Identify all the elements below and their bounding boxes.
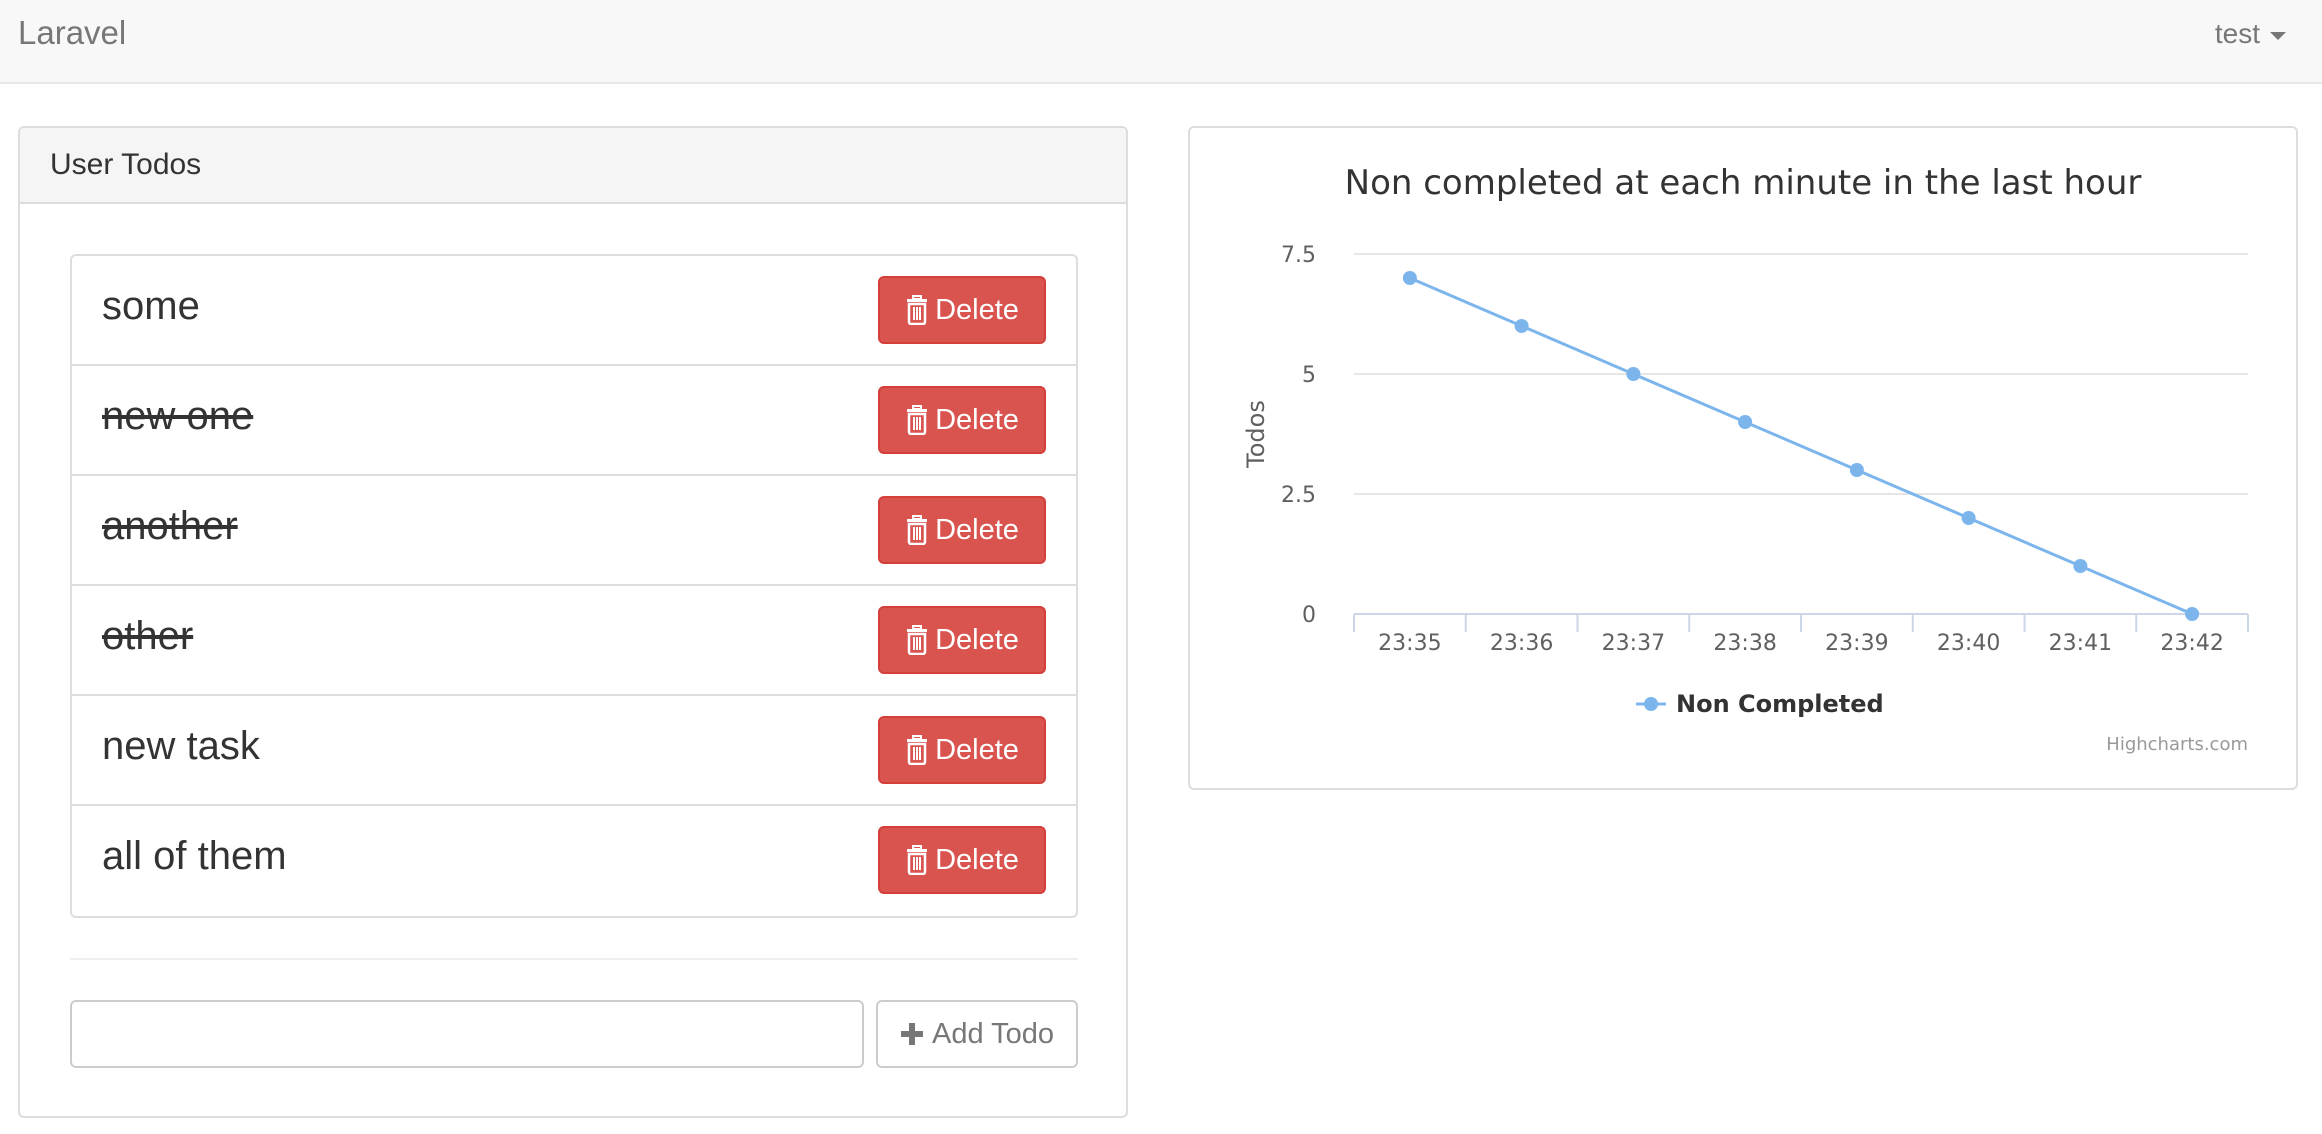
todo-item: another Delete bbox=[72, 476, 1076, 586]
x-tick-label: 23:38 bbox=[1713, 631, 1776, 656]
delete-label: Delete bbox=[935, 293, 1019, 326]
x-tick-label: 23:37 bbox=[1602, 631, 1665, 656]
data-point[interactable] bbox=[1738, 415, 1753, 429]
line-chart: Non completed at each minute in the last… bbox=[1242, 163, 2249, 755]
delete-button[interactable]: Delete bbox=[878, 716, 1046, 784]
delete-label: Delete bbox=[935, 733, 1019, 766]
todo-text[interactable]: new one bbox=[102, 394, 253, 439]
data-point[interactable] bbox=[2073, 559, 2088, 573]
user-menu-dropdown[interactable]: test bbox=[2215, 18, 2286, 50]
legend-marker bbox=[1644, 697, 1658, 711]
brand-link[interactable]: Laravel bbox=[18, 14, 126, 52]
delete-button[interactable]: Delete bbox=[878, 276, 1046, 344]
add-todo-button[interactable]: Add Todo bbox=[876, 1000, 1078, 1068]
data-point[interactable] bbox=[1961, 511, 1976, 525]
trash-icon bbox=[907, 625, 928, 655]
delete-label: Delete bbox=[935, 623, 1019, 656]
todo-item: new one Delete bbox=[72, 366, 1076, 476]
trash-icon bbox=[907, 405, 928, 435]
todo-item: other Delete bbox=[72, 586, 1076, 696]
y-tick-label: 7.5 bbox=[1281, 243, 1316, 268]
chart-panel: Non completed at each minute in the last… bbox=[1188, 126, 2298, 790]
todo-item: new task Delete bbox=[72, 696, 1076, 806]
data-point[interactable] bbox=[1626, 367, 1641, 381]
y-tick-label: 0 bbox=[1302, 603, 1316, 628]
trash-icon bbox=[907, 735, 928, 765]
chart-title: Non completed at each minute in the last… bbox=[1345, 163, 2142, 203]
delete-button[interactable]: Delete bbox=[878, 606, 1046, 674]
plus-icon bbox=[900, 1023, 923, 1045]
user-name: test bbox=[2214, 18, 2260, 49]
x-tick-label: 23:42 bbox=[2160, 631, 2223, 656]
data-point[interactable] bbox=[1849, 463, 1864, 477]
delete-button[interactable]: Delete bbox=[878, 496, 1046, 564]
todo-text[interactable]: some bbox=[102, 284, 200, 329]
data-point[interactable] bbox=[2185, 607, 2200, 621]
user-todos-panel: User Todos some Delete new one Delete anothe… bbox=[18, 126, 1128, 1118]
y-axis-title: Todos bbox=[1242, 400, 1270, 469]
credits-link[interactable]: Highcharts.com bbox=[2106, 734, 2248, 755]
y-tick-label: 2.5 bbox=[1281, 483, 1316, 508]
todo-list: some Delete new one Delete another Delete othe… bbox=[70, 254, 1078, 918]
x-tick-label: 23:36 bbox=[1490, 631, 1553, 656]
x-tick-label: 23:40 bbox=[1937, 631, 2000, 656]
add-todo-label: Add Todo bbox=[931, 1017, 1055, 1050]
delete-label: Delete bbox=[935, 513, 1019, 546]
x-tick-label: 23:41 bbox=[2049, 631, 2112, 656]
caret-down-icon bbox=[2270, 32, 2286, 40]
panel-title: User Todos bbox=[50, 148, 202, 181]
todo-text[interactable]: another bbox=[102, 504, 238, 549]
y-tick-label: 5 bbox=[1302, 363, 1316, 388]
new-todo-input[interactable] bbox=[70, 1000, 864, 1068]
todo-item: some Delete bbox=[72, 256, 1076, 366]
todo-text[interactable]: new task bbox=[102, 724, 260, 769]
todo-text[interactable]: other bbox=[102, 614, 193, 659]
todo-item: all of them Delete bbox=[72, 806, 1076, 916]
trash-icon bbox=[907, 295, 928, 325]
x-tick-label: 23:35 bbox=[1378, 631, 1441, 656]
panel-heading: User Todos bbox=[20, 128, 1126, 204]
delete-button[interactable]: Delete bbox=[878, 386, 1046, 454]
divider bbox=[70, 958, 1078, 960]
legend-item[interactable]: Non Completed bbox=[1676, 690, 1884, 718]
delete-label: Delete bbox=[935, 843, 1019, 876]
navbar: Laravel test bbox=[0, 0, 2322, 84]
trash-icon bbox=[907, 515, 928, 545]
x-tick-label: 23:39 bbox=[1825, 631, 1888, 656]
trash-icon bbox=[907, 845, 928, 875]
todo-text[interactable]: all of them bbox=[102, 834, 287, 879]
data-point[interactable] bbox=[1514, 319, 1529, 333]
delete-label: Delete bbox=[935, 403, 1019, 436]
delete-button[interactable]: Delete bbox=[878, 826, 1046, 894]
data-point[interactable] bbox=[1402, 271, 1417, 285]
